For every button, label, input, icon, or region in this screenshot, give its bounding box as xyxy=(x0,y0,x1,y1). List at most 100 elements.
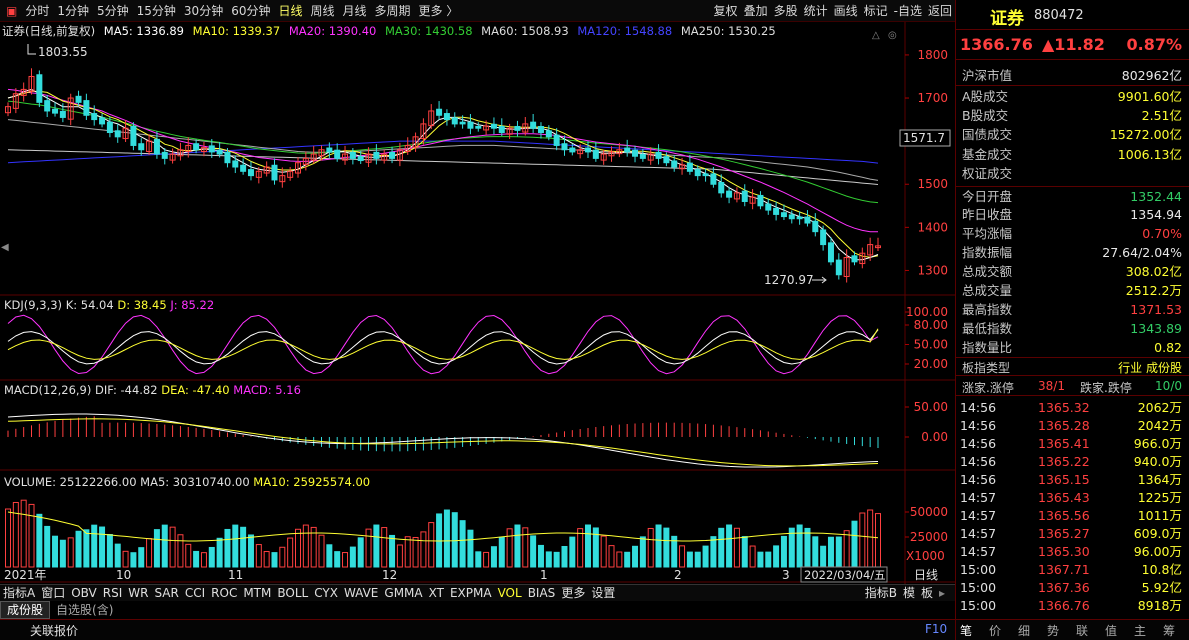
volume-bar xyxy=(287,537,294,568)
scroll-left-icon[interactable]: ◀ xyxy=(1,242,9,253)
volume-bar xyxy=(373,524,380,568)
detail-tab-4[interactable]: 联 xyxy=(1076,622,1088,639)
board-type-value[interactable]: 行业 成份股 xyxy=(1118,359,1182,376)
toolbar-button-2[interactable]: 多股 xyxy=(771,2,801,19)
detail-tab-3[interactable]: 势 xyxy=(1047,622,1059,639)
toolbar-button-4[interactable]: 画线 xyxy=(831,2,861,19)
macd-dea-line xyxy=(7,418,879,467)
indicator-tab-14[interactable]: EXPMA xyxy=(447,585,495,601)
volume-bar xyxy=(851,520,858,568)
volume-bar xyxy=(349,546,356,568)
list-tab-0[interactable]: 成份股 xyxy=(0,601,51,619)
tick-volume: 2042万 xyxy=(1137,418,1182,433)
period-button-6[interactable]: 日线 xyxy=(274,2,306,19)
indicator-tab-9[interactable]: BOLL xyxy=(274,585,311,601)
indicator-tab-5[interactable]: SAR xyxy=(151,585,181,601)
indicator-tab-13[interactable]: XT xyxy=(426,585,447,601)
detail-tab-6[interactable]: 主 xyxy=(1134,622,1146,639)
indicator-tab-4[interactable]: WR xyxy=(125,585,151,601)
indicator-tab-8[interactable]: MTM xyxy=(240,585,274,601)
price-axis-label: 1500 xyxy=(917,177,948,191)
period-button-3[interactable]: 15分钟 xyxy=(133,2,180,19)
tick-time: 14:57 xyxy=(960,526,997,541)
volume-ma5: MA5: 30310740.00 xyxy=(140,475,253,489)
toolbar-button-7[interactable]: 返回 xyxy=(925,2,955,19)
toolbar-button-5[interactable]: 标记 xyxy=(861,2,891,19)
detail-tab-1[interactable]: 价 xyxy=(989,622,1001,639)
candle-body xyxy=(765,203,772,211)
volume-bar xyxy=(271,552,278,568)
detail-tab-7[interactable]: 筹 xyxy=(1163,622,1175,639)
kdj-label: KDJ(9,3,3) xyxy=(4,298,66,312)
tick-price: 1365.30 xyxy=(1038,544,1090,559)
volume-bar xyxy=(655,524,662,568)
volume-bar xyxy=(796,524,803,568)
list-tab-1[interactable]: 自选股(含) xyxy=(50,602,119,618)
candle-body xyxy=(59,110,66,118)
indicator-tab-10[interactable]: CYX xyxy=(311,585,341,601)
volume-bar xyxy=(302,524,309,568)
indicator-tab-2[interactable]: OBV xyxy=(68,585,100,601)
toolbar-button-0[interactable]: 复权 xyxy=(711,2,741,19)
low-marker xyxy=(812,276,827,284)
tick-price: 1365.32 xyxy=(1038,400,1090,415)
high-label: 1803.55 xyxy=(38,45,88,59)
indicator-tab-17[interactable]: 更多 xyxy=(558,585,588,601)
indicator-tab-3[interactable]: RSI xyxy=(100,585,126,601)
detail-tab-0[interactable]: 笔 xyxy=(960,622,972,639)
period-button-0[interactable]: 分时 xyxy=(21,2,53,19)
indicator-right-2[interactable]: 板 xyxy=(918,585,936,601)
period-button-10[interactable]: 更多 〉 xyxy=(415,2,463,19)
volume-bar xyxy=(200,552,207,568)
linked-quote-label[interactable]: 关联报价 xyxy=(30,622,78,639)
kline-chart[interactable]: 1800170016001500140013001803.551270.9715… xyxy=(0,22,955,584)
tick-row: 14:56 1365.28 2042万 xyxy=(956,417,1189,435)
ma30-line xyxy=(7,100,879,204)
scroll-right-icon[interactable]: ▸ xyxy=(936,585,948,601)
indicator-right-1[interactable]: 模 xyxy=(900,585,918,601)
date-label: 3 xyxy=(782,568,790,582)
f10-button[interactable]: F10 xyxy=(925,622,947,636)
tick-row: 14:56 1365.32 2062万 xyxy=(956,399,1189,417)
period-button-8[interactable]: 月线 xyxy=(339,2,371,19)
candle-body xyxy=(514,125,521,131)
stat-label: 总成交额 xyxy=(962,264,1013,279)
stat-row: 沪深市值 802962亿 xyxy=(956,66,1189,85)
period-button-2[interactable]: 5分钟 xyxy=(93,2,133,19)
volume-bar xyxy=(216,537,223,568)
indicator-tab-15[interactable]: VOL xyxy=(495,585,525,601)
indicator-right-0[interactable]: 指标B xyxy=(862,585,900,601)
period-button-5[interactable]: 60分钟 xyxy=(227,2,274,19)
period-button-7[interactable]: 周线 xyxy=(307,2,339,19)
volume-bar xyxy=(342,552,349,568)
candle-body xyxy=(389,151,396,159)
period-button-9[interactable]: 多周期 xyxy=(371,2,415,19)
chart-icon[interactable]: ▣ xyxy=(0,4,21,18)
indicator-tab-12[interactable]: GMMA xyxy=(381,585,425,601)
panel-circle-icon[interactable]: ◎ xyxy=(888,30,897,41)
indicator-tab-1[interactable]: 窗口 xyxy=(38,585,68,601)
indicator-tab-16[interactable]: BIAS xyxy=(525,585,559,601)
toolbar-button-3[interactable]: 统计 xyxy=(801,2,831,19)
stat-label: 沪深市值 xyxy=(962,68,1013,83)
volume-ma-line xyxy=(7,511,879,542)
period-button-4[interactable]: 30分钟 xyxy=(180,2,227,19)
tick-row: 15:00 1366.76 8918万 xyxy=(956,597,1189,615)
macd-legend: MACD(12,26,9) DIF: -44.82 DEA: -47.40 MA… xyxy=(4,383,301,397)
indicator-tab-0[interactable]: 指标A xyxy=(0,585,38,601)
indicator-tab-11[interactable]: WAVE xyxy=(341,585,381,601)
panel-triangle-icon[interactable]: △ xyxy=(872,30,880,41)
candle-body xyxy=(436,108,443,116)
indicator-tab-7[interactable]: ROC xyxy=(208,585,240,601)
detail-tab-5[interactable]: 值 xyxy=(1105,622,1117,639)
period-button-1[interactable]: 1分钟 xyxy=(53,2,93,19)
tick-row: 14:56 1365.41 966.0万 xyxy=(956,435,1189,453)
indicator-tab-18[interactable]: 设置 xyxy=(588,585,618,601)
toolbar-button-1[interactable]: 叠加 xyxy=(741,2,771,19)
date-label: 12 xyxy=(382,568,397,582)
indicator-tab-6[interactable]: CCI xyxy=(182,585,208,601)
toolbar-button-6[interactable]: -自选 xyxy=(891,2,925,19)
detail-tab-2[interactable]: 细 xyxy=(1018,622,1030,639)
macd-dea: DEA: -47.40 xyxy=(161,383,233,397)
tick-volume: 5.92亿 xyxy=(1141,580,1182,595)
